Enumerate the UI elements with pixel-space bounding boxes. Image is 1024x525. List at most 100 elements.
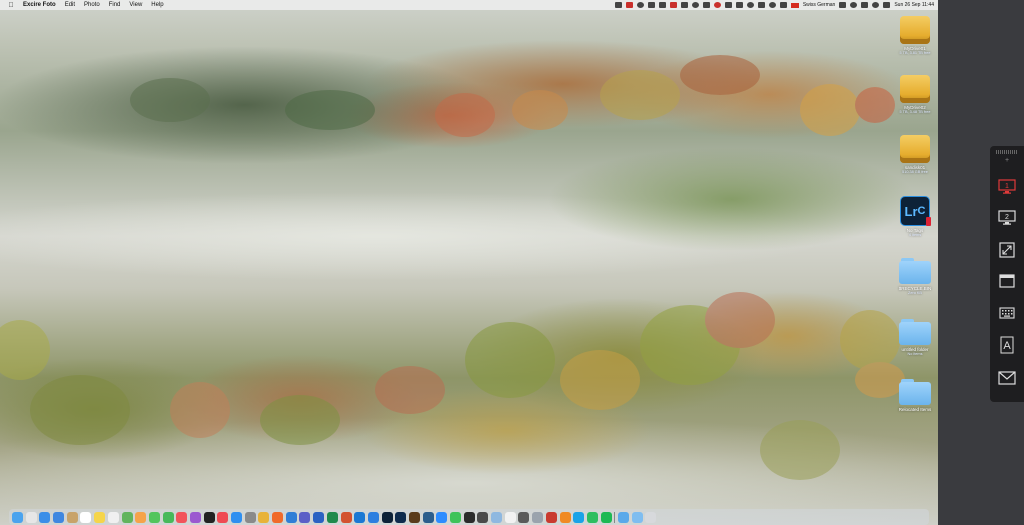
status-app-icon[interactable] [724, 2, 732, 8]
dock-onedrive-icon[interactable] [367, 511, 379, 523]
keyboard-icon [999, 307, 1015, 319]
menu-edit[interactable]: Edit [65, 2, 75, 8]
desktop-folder-recycle-bin[interactable]: $RECYCLE.BIN Zero KB [892, 258, 938, 296]
menu-clock[interactable]: Sun 26 Sep 11:44 [894, 2, 934, 8]
dock-zoom-icon[interactable] [436, 511, 448, 523]
dock-maps-icon[interactable] [121, 511, 133, 523]
status-app-icon[interactable] [680, 2, 688, 8]
drive-status-icon[interactable] [735, 2, 743, 8]
dock-launchpad-icon[interactable] [25, 511, 37, 523]
desktop-folder-relocated-items[interactable]: Relocated Items [892, 379, 938, 412]
status-app-icon[interactable] [746, 2, 754, 8]
status-app-icon[interactable] [713, 2, 721, 8]
status-app-icon[interactable] [669, 2, 677, 8]
dock-messages-icon[interactable] [148, 511, 160, 523]
desktop-drive-mydrive01[interactable]: MyDrive01 5 TB, 3.81 TB free [892, 16, 938, 56]
dock-spotify-icon[interactable] [600, 511, 612, 523]
desktop-drive-mydrive02[interactable]: MyDrive02 5 TB, 3.48 TB free [892, 75, 938, 115]
dock-music-icon[interactable] [176, 511, 188, 523]
dock-chrome-icon[interactable] [258, 511, 270, 523]
input-source-label[interactable]: Swiss German [803, 2, 836, 8]
dock-skype-icon[interactable] [573, 511, 585, 523]
dock-contacts-icon[interactable] [66, 511, 78, 523]
dock-whatsapp-icon[interactable] [450, 511, 461, 523]
menu-help[interactable]: Help [151, 2, 163, 8]
desktop-drive-sandisk01[interactable]: sandisk01 510.38 GB free [892, 135, 938, 175]
dock-bridge-icon[interactable] [408, 511, 420, 523]
desktop-item-no-tags[interactable]: Lr C No Tags 4 items [892, 196, 938, 238]
control-center-icon[interactable] [883, 2, 891, 8]
dock-firefox-icon[interactable] [272, 511, 284, 523]
menu-app-name[interactable]: Excire Foto [23, 2, 56, 8]
window-button[interactable] [996, 270, 1018, 292]
desktop-item-sub: No items [907, 352, 923, 356]
display-two-button[interactable]: 2 [996, 207, 1018, 229]
dock-facetime-icon[interactable] [162, 511, 174, 523]
dock-podcasts-icon[interactable] [189, 511, 201, 523]
dock-excire-icon[interactable] [422, 511, 434, 523]
status-app-icon[interactable] [757, 2, 765, 8]
status-app-icon[interactable] [702, 2, 710, 8]
dock-vlc-icon[interactable] [559, 511, 571, 523]
dock-notes-icon[interactable] [94, 511, 106, 523]
dock-system-preferences-icon[interactable] [244, 511, 256, 523]
status-app-icon[interactable] [625, 2, 633, 8]
dock-calculator-icon[interactable] [518, 511, 530, 523]
dock-evernote-icon[interactable] [586, 511, 598, 523]
dock-reminders-icon[interactable] [107, 511, 119, 523]
dock-downloads-icon[interactable] [617, 511, 629, 523]
drag-handle[interactable] [996, 150, 1018, 154]
sidecar-panel: + 1 2 A [990, 146, 1024, 402]
status-app-icon[interactable] [768, 2, 776, 8]
dock-lightroom-icon[interactable] [381, 511, 393, 523]
dock-filezilla-icon[interactable] [545, 511, 557, 523]
status-app-icon[interactable] [636, 2, 644, 8]
dock-tv-icon[interactable] [203, 511, 215, 523]
vscode-status-icon[interactable] [647, 2, 655, 8]
keyboard-button[interactable] [996, 302, 1018, 324]
dock-activity-monitor-icon[interactable] [477, 511, 489, 523]
wifi-icon[interactable] [850, 2, 858, 8]
dock-outlook-icon[interactable] [354, 511, 366, 523]
dock-documents-icon[interactable] [631, 511, 643, 523]
menu-photo[interactable]: Photo [84, 2, 100, 8]
display-two-icon: 2 [998, 210, 1016, 225]
expand-button[interactable] [996, 239, 1018, 261]
menu-find[interactable]: Find [109, 2, 121, 8]
dock-excel-icon[interactable] [326, 511, 338, 523]
dock-disk-utility-icon[interactable] [532, 511, 544, 523]
menu-view[interactable]: View [129, 2, 142, 8]
dock-trash-icon[interactable] [645, 511, 657, 523]
dock-safari-icon[interactable] [39, 511, 51, 523]
dock-photoshop-icon[interactable] [395, 511, 407, 523]
mail-button[interactable] [996, 367, 1018, 389]
dock-terminal-icon[interactable] [463, 511, 475, 523]
display-one-button[interactable]: 1 [996, 176, 1018, 198]
status-app-icon[interactable] [691, 2, 699, 8]
dock-finder-icon[interactable] [12, 511, 23, 523]
dock-vscode-icon[interactable] [285, 511, 297, 523]
dock-preview-icon[interactable] [491, 511, 503, 523]
dock-word-icon[interactable] [313, 511, 325, 523]
dock-app-store-icon[interactable] [231, 511, 242, 523]
dock-news-icon[interactable] [217, 511, 229, 523]
apple-menu-icon[interactable]:  [7, 1, 15, 9]
status-app-icon[interactable] [779, 2, 787, 8]
text-button[interactable]: A [996, 334, 1018, 356]
search-icon[interactable] [872, 2, 880, 8]
add-icon[interactable]: + [990, 157, 1024, 165]
status-app-icon[interactable] [658, 2, 666, 8]
battery-icon[interactable] [861, 2, 869, 8]
desktop-item-sub: 5 TB, 3.81 TB free [899, 51, 931, 55]
dock-photos-icon[interactable] [135, 511, 147, 523]
dock-mail-icon[interactable] [53, 511, 65, 523]
dock-textedit-icon[interactable] [504, 511, 516, 523]
bluetooth-icon[interactable] [839, 2, 847, 8]
status-app-icon[interactable] [614, 2, 622, 8]
wallpaper-trees [0, 55, 905, 480]
desktop-folder-untitled[interactable]: untitled folder No items [892, 319, 938, 357]
dock-teams-icon[interactable] [299, 511, 311, 523]
dock-powerpoint-icon[interactable] [340, 511, 352, 523]
text-a-icon: A [1000, 336, 1014, 354]
dock-calendar-icon[interactable] [80, 511, 92, 523]
